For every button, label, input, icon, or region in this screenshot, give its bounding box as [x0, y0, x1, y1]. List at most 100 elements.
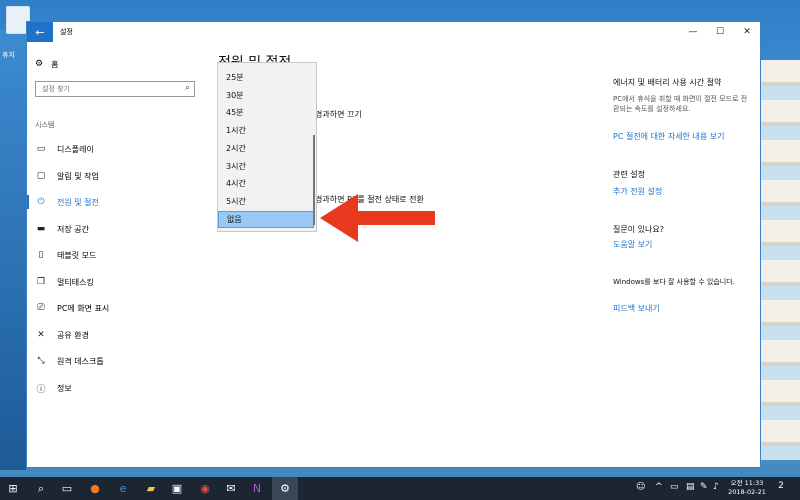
sidebar-item-0[interactable]: ▭ 디스플레이 [27, 139, 217, 159]
sidebar-home[interactable]: ⚙ 홈 [35, 57, 58, 71]
timeout-dropdown-list[interactable]: 25분 30분 45분 1시간 2시간 3시간 4시간 5시간 없음 [217, 62, 317, 232]
taskbar-app-store[interactable]: ▣ [164, 477, 190, 500]
search-input[interactable] [36, 82, 172, 96]
taskbar-explorer[interactable]: ▰ [138, 477, 164, 500]
sidebar-item-label: PC에 화면 표시 [57, 303, 110, 313]
search-box[interactable]: ⌕ [35, 81, 195, 97]
taskbar: ⊞ ⌕ ▭ ● e ▰ ▣ ◉ ✉ N ⚙ ☺ ^ ▭ ▤ ✎ ♪ 오전 11:… [0, 477, 800, 500]
close-button[interactable]: ✕ [737, 25, 757, 39]
dropdown-scrollbar[interactable] [313, 135, 315, 225]
minimize-icon: — [688, 27, 698, 37]
network-icon[interactable]: ▤ [686, 482, 695, 492]
taskbar-app-red[interactable]: ◉ [192, 477, 218, 500]
improve-heading: Windows를 보다 잘 사용할 수 있습니다. [613, 278, 735, 286]
monitor-icon: ▭ [36, 144, 46, 154]
sidebar-item-9[interactable]: ⓘ 정보 [27, 378, 217, 398]
taskbar-onenote[interactable]: N [244, 477, 270, 500]
task-view-icon: ▭ [61, 482, 73, 495]
recycle-bin-label: 휴지 [2, 51, 15, 59]
sidebar-item-5[interactable]: ❐ 멀티태스킹 [27, 272, 217, 292]
dropdown-option[interactable]: 25분 [218, 69, 314, 86]
minimize-button[interactable]: — [683, 25, 703, 39]
share-icon: ✕ [37, 330, 45, 340]
people-icon[interactable]: ☺ [636, 482, 645, 492]
energy-link[interactable]: PC 절전에 대한 자세한 내용 보기 [613, 131, 724, 142]
dropdown-option[interactable]: 30분 [218, 87, 314, 104]
sidebar-item-3[interactable]: ▬ 저장 공간 [27, 219, 217, 239]
start-button[interactable]: ⊞ [0, 477, 26, 500]
dropdown-option[interactable]: 45분 [218, 104, 314, 121]
sidebar-section-label: 시스템 [35, 121, 55, 129]
energy-heading: 에너지 및 배터리 사용 시간 절약 [613, 78, 722, 87]
help-link[interactable]: 도움말 보기 [613, 239, 652, 250]
maximize-icon: ☐ [715, 27, 725, 37]
sidebar-item-7[interactable]: ✕ 공유 환경 [27, 325, 217, 345]
related-link[interactable]: 추가 전원 설정 [613, 186, 662, 197]
pen-icon[interactable]: ✎ [700, 482, 708, 492]
sidebar-item-6[interactable]: ⎚ PC에 화면 표시 [27, 298, 217, 318]
windows-logo-icon: ⊞ [8, 482, 18, 495]
tray-chevron-icon[interactable]: ^ [655, 482, 663, 492]
sidebar-item-label: 저장 공간 [57, 224, 89, 234]
mail-icon: ✉ [226, 482, 236, 495]
project-icon: ⎚ [37, 303, 45, 313]
sidebar-item-2[interactable]: ⏻ 전원 및 절전 [27, 192, 217, 212]
maximize-button[interactable]: ☐ [710, 25, 730, 39]
sidebar-item-label: 알림 및 작업 [57, 171, 99, 181]
back-button[interactable]: ← [27, 22, 53, 42]
title-bar: ← 설정 — ☐ ✕ [27, 22, 760, 42]
sidebar-item-label: 원격 데스크톱 [57, 356, 104, 366]
sidebar: ⚙ 홈 ⌕ 시스템 ▭ 디스플레이 ▢ 알림 및 작업 ⏻ 전원 및 절전 ▬ 저장 공간 ▯ 태… [27, 42, 217, 467]
feedback-link[interactable]: 피드백 보내기 [613, 303, 660, 314]
clock-time: 오전 11:33 [730, 479, 764, 487]
notification-icon: ▢ [36, 171, 46, 181]
sidebar-item-1[interactable]: ▢ 알림 및 작업 [27, 166, 217, 186]
dropdown-option[interactable]: 4시간 [218, 175, 314, 192]
gear-icon: ⚙ [35, 59, 44, 69]
action-center-button[interactable]: 2 [774, 481, 788, 495]
search-icon: ⌕ [37, 481, 45, 495]
storage-icon: ▬ [36, 224, 46, 234]
clock[interactable]: 오전 11:33 2018-02-21 [726, 479, 768, 497]
close-icon: ✕ [743, 27, 751, 37]
tablet-icon: ▯ [38, 250, 44, 260]
annotation-arrow-shape [320, 194, 435, 242]
task-view-button[interactable]: ▭ [54, 477, 80, 500]
question-heading: 질문이 있나요? [613, 225, 664, 234]
sidebar-item-label: 태블릿 모드 [57, 250, 97, 260]
sidebar-item-label: 공유 환경 [57, 330, 89, 340]
remote-desktop-icon: ⤡ [37, 356, 45, 366]
settings-window: ← 설정 — ☐ ✕ ⚙ 홈 ⌕ 시스템 ▭ 디스플레이 ▢ 알림 및 작업 ⏻ 전원 및… [27, 22, 760, 467]
related-heading: 관련 설정 [613, 170, 645, 179]
info-icon: ⓘ [36, 384, 46, 395]
sidebar-item-8[interactable]: ⤡ 원격 데스크톱 [27, 351, 217, 371]
onenote-icon: N [252, 482, 262, 495]
edge-icon: e [119, 482, 127, 495]
dropdown-option[interactable]: 2시간 [218, 140, 314, 157]
dropdown-option[interactable]: 1시간 [218, 122, 314, 139]
firefox-icon: ● [90, 482, 100, 495]
folder-icon: ▰ [146, 482, 156, 495]
sidebar-item-label: 정보 [57, 383, 72, 393]
annotation-arrow [320, 194, 435, 242]
notification-count-badge: 2 [778, 481, 784, 491]
search-icon[interactable]: ⌕ [185, 83, 190, 93]
sidebar-item-label: 전원 및 절전 [57, 197, 99, 207]
gear-icon: ⚙ [280, 482, 290, 495]
taskbar-search-button[interactable]: ⌕ [28, 477, 54, 500]
energy-text: PC에서 휴식을 취할 때 화면이 절전 모드로 전환되는 속도를 설정하세요. [613, 95, 748, 113]
taskbar-edge[interactable]: e [110, 477, 136, 500]
dropdown-option[interactable]: 5시간 [218, 193, 314, 210]
dropdown-option[interactable]: 없음 [218, 210, 314, 228]
taskbar-firefox[interactable]: ● [82, 477, 108, 500]
taskbar-settings[interactable]: ⚙ [272, 477, 298, 500]
desktop-buildings-right [760, 60, 800, 460]
volume-icon[interactable]: ♪ [713, 482, 719, 492]
taskbar-mail[interactable]: ✉ [218, 477, 244, 500]
back-arrow-icon: ← [35, 25, 45, 39]
multitask-icon: ❐ [36, 277, 46, 287]
battery-icon[interactable]: ▭ [670, 482, 679, 492]
sidebar-item-4[interactable]: ▯ 태블릿 모드 [27, 245, 217, 265]
screen-off-text: 경과하면 끄기 [315, 110, 362, 119]
dropdown-option[interactable]: 3시간 [218, 158, 314, 175]
